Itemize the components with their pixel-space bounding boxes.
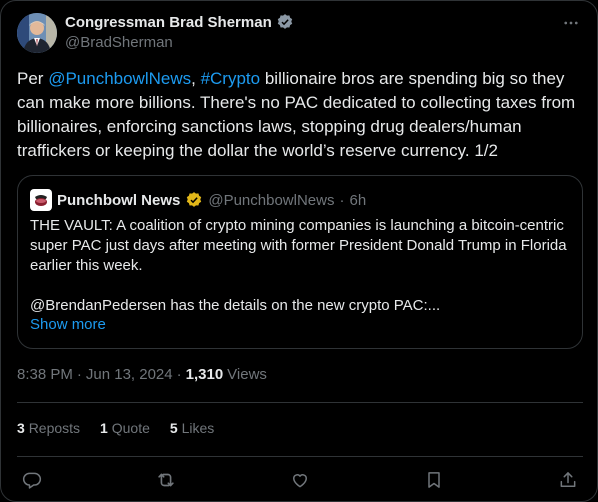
mention-link[interactable]: @PunchbowlNews [48, 69, 191, 88]
bookmark-icon[interactable] [419, 465, 449, 495]
quoted-author-name: Punchbowl News [57, 191, 181, 209]
author-handle[interactable]: @BradSherman [65, 34, 173, 51]
verified-badge-icon [276, 13, 294, 31]
reposts-label: Reposts [28, 420, 81, 436]
repost-icon[interactable] [151, 465, 181, 495]
quoted-time: 6h [349, 191, 367, 209]
tweet-card: Congressman Brad Sherman @BradSherman Pe… [0, 0, 598, 502]
quotes-count: 1 [100, 420, 108, 436]
gold-verified-badge-icon [185, 191, 203, 209]
share-icon[interactable] [553, 465, 583, 495]
quoted-separator: · [339, 191, 345, 209]
likes-label: Likes [181, 420, 215, 436]
action-bar [17, 465, 583, 495]
meta-separator: · [76, 366, 82, 383]
tweet-date[interactable]: Jun 13, 2024 [86, 366, 173, 383]
quotes-stat[interactable]: 1 Quote [100, 420, 150, 436]
reposts-count: 3 [17, 420, 25, 436]
author-display-name[interactable]: Congressman Brad Sherman [65, 14, 272, 31]
divider [17, 456, 583, 457]
quoted-tweet-text: THE VAULT: A coalition of crypto mining … [30, 217, 567, 314]
tweet-text: Per @PunchbowlNews, #Crypto billionaire … [17, 67, 587, 163]
quoted-tweet-header: Punchbowl News @PunchbowlNews · 6h [30, 189, 366, 211]
tweet-text-part: , [191, 69, 201, 88]
hashtag-link[interactable]: #Crypto [201, 69, 261, 88]
author-avatar[interactable] [17, 13, 57, 53]
tweet-text-part: Per [17, 69, 49, 88]
quotes-label: Quote [111, 420, 150, 436]
meta-separator: · [176, 366, 182, 383]
show-more-link[interactable]: Show more [30, 316, 106, 333]
views-label: Views [227, 366, 267, 383]
likes-stat[interactable]: 5 Likes [170, 420, 214, 436]
tweet-meta: 8:38 PM · Jun 13, 2024 · 1,310 Views [17, 366, 267, 383]
more-icon[interactable] [559, 11, 583, 35]
reposts-stat[interactable]: 3 Reposts [17, 420, 80, 436]
quoted-author-avatar [30, 189, 52, 211]
quoted-tweet[interactable]: Punchbowl News @PunchbowlNews · 6h THE V… [17, 175, 583, 349]
views-count: 1,310 [185, 366, 224, 383]
quoted-author-handle: @PunchbowlNews [208, 191, 335, 209]
divider [17, 402, 583, 403]
reply-icon[interactable] [17, 465, 47, 495]
like-icon[interactable] [285, 465, 315, 495]
likes-count: 5 [169, 420, 178, 436]
tweet-time[interactable]: 8:38 PM [17, 366, 73, 383]
author-name-row: Congressman Brad Sherman [65, 13, 294, 31]
engagement-stats: 3 Reposts 1 Quote 5 Likes [17, 420, 214, 436]
